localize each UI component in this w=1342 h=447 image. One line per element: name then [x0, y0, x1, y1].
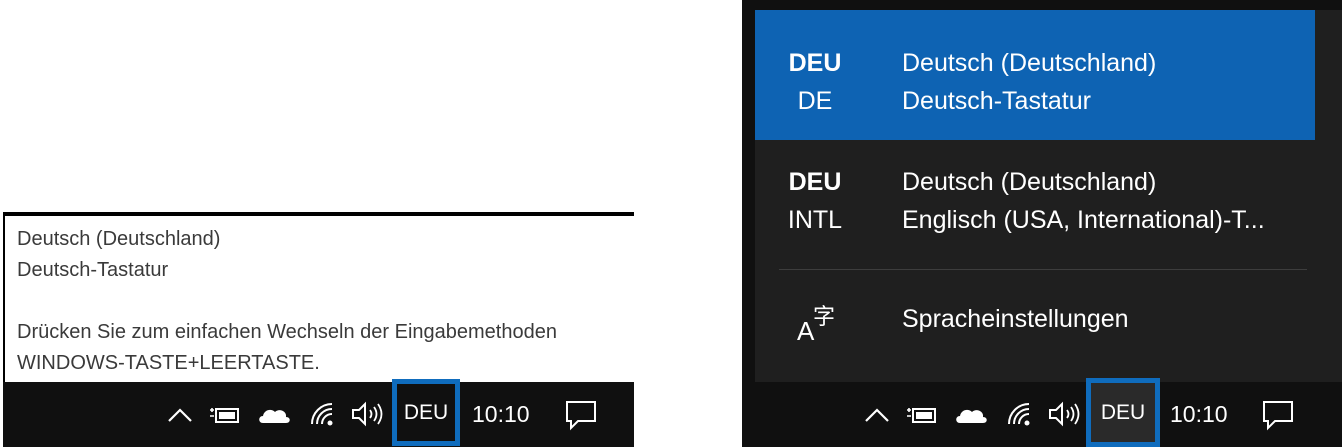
flyout-item-kb-abbr: INTL [787, 206, 843, 234]
taskbar-right: DEU 10:10 [742, 378, 1342, 447]
chevron-up-icon[interactable] [860, 398, 894, 432]
onedrive-cloud-icon[interactable] [254, 398, 294, 432]
language-indicator-button[interactable]: DEU [392, 379, 460, 446]
onedrive-cloud-icon[interactable] [951, 398, 991, 432]
tooltip-language-name: Deutsch (Deutschland) [17, 228, 221, 250]
language-flyout: DEU DE Deutsch (Deutschland) Deutsch-Tas… [755, 10, 1342, 382]
action-center-icon[interactable] [1258, 396, 1298, 434]
flyout-item-code: DEU DE [755, 44, 875, 120]
taskbar-left: DEU 10:10 [3, 379, 634, 447]
chevron-up-icon[interactable] [163, 398, 197, 432]
language-tooltip: Deutsch (Deutschland) Deutsch-Tastatur D… [3, 212, 634, 382]
wifi-icon[interactable] [305, 396, 341, 432]
language-indicator-button[interactable]: DEU [1086, 378, 1160, 447]
flyout-item-deu-de[interactable]: DEU DE Deutsch (Deutschland) Deutsch-Tas… [755, 10, 1315, 140]
tooltip-keyboard-name: Deutsch-Tastatur [17, 259, 169, 281]
flyout-item-language: Deutsch (Deutschland) [902, 49, 1157, 77]
taskbar-clock[interactable]: 10:10 [472, 401, 530, 428]
flyout-item-keyboard: Deutsch-Tastatur [902, 87, 1091, 115]
flyout-item-deu-intl[interactable]: DEU INTL Deutsch (Deutschland) Englisch … [755, 140, 1315, 270]
language-settings-link[interactable]: A 字 Spracheinstellungen [755, 295, 1315, 355]
flyout-item-code: DEU INTL [755, 163, 875, 239]
wifi-icon[interactable] [1002, 396, 1038, 432]
language-settings-label: Spracheinstellungen [902, 305, 1129, 333]
battery-charging-icon[interactable] [208, 398, 242, 432]
svg-text:字: 字 [813, 305, 835, 330]
speaker-icon[interactable] [348, 396, 386, 432]
flyout-divider [779, 269, 1307, 270]
flyout-item-lang-abbr: DEU [788, 49, 842, 77]
action-center-icon[interactable] [561, 396, 601, 434]
taskbar-clock[interactable]: 10:10 [1170, 401, 1228, 428]
tooltip-hint-line1: Drücken Sie zum einfachen Wechseln der E… [17, 321, 557, 343]
flyout-item-lang-abbr: DEU [788, 168, 842, 196]
flyout-item-keyboard: Englisch (USA, International)-T... [902, 206, 1265, 234]
tooltip-hint-line2: WINDOWS-TASTE+LEERTASTE. [17, 352, 320, 374]
battery-charging-icon[interactable] [905, 398, 939, 432]
flyout-item-kb-abbr: DE [797, 87, 833, 115]
flyout-item-language: Deutsch (Deutschland) [902, 168, 1157, 196]
speaker-icon[interactable] [1045, 396, 1083, 432]
language-settings-icon: A 字 [795, 300, 839, 344]
